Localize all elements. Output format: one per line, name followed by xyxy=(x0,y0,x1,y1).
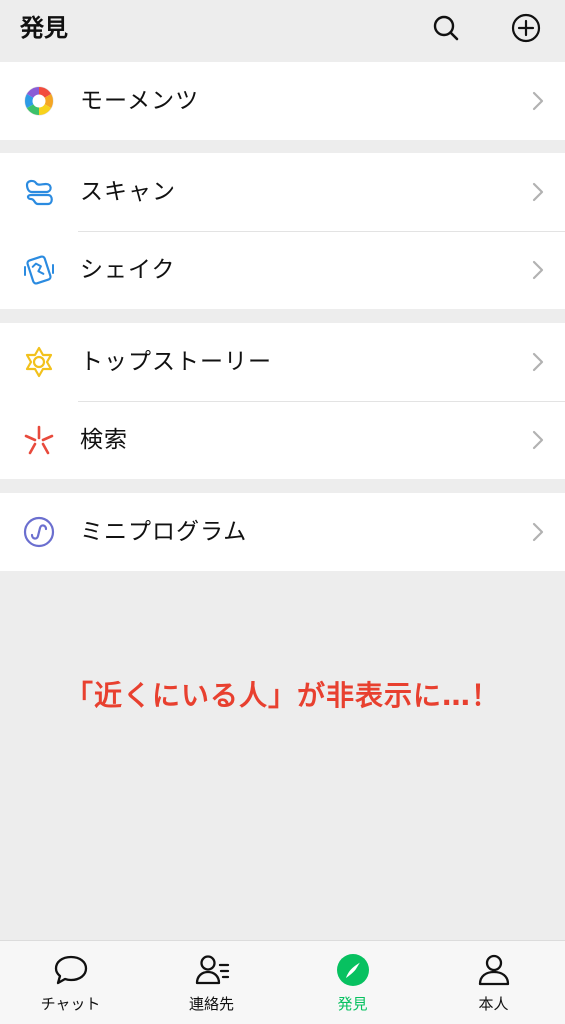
menu-item-shake[interactable]: シェイク xyxy=(0,231,565,309)
group-mini-programs: ミニプログラム xyxy=(0,493,565,571)
tab-discover[interactable]: 発見 xyxy=(282,941,423,1024)
search-icon xyxy=(433,15,459,41)
header-bar: 発見 xyxy=(0,0,565,58)
chevron-right-icon xyxy=(532,430,544,450)
tab-label-me: 本人 xyxy=(478,995,509,1013)
discover-screen: 発見 モーメンツ スキャン シェイク トップストーリー 検索 ミニプログラム 「… xyxy=(0,0,565,1024)
search-button[interactable] xyxy=(428,10,464,46)
chevron-right-icon xyxy=(532,182,544,202)
tab-label-discover: 発見 xyxy=(337,995,368,1013)
menu-item-scan[interactable]: スキャン xyxy=(0,153,565,231)
tab-contacts[interactable]: 連絡先 xyxy=(141,941,282,1024)
moments-aperture-icon xyxy=(22,84,56,118)
notice-text: 「近くにいる人」が非表示に…！ xyxy=(64,679,500,712)
menu-label-shake: シェイク xyxy=(80,257,176,283)
group-scan-shake: スキャン シェイク xyxy=(0,153,565,309)
menu-item-moments[interactable]: モーメンツ xyxy=(0,62,565,140)
menu-label-search: 検索 xyxy=(80,427,128,453)
group-stories-search: トップストーリー 検索 xyxy=(0,323,565,479)
menu-label-top-stories: トップストーリー xyxy=(80,349,272,375)
tab-label-chats: チャット xyxy=(40,995,101,1013)
chevron-right-icon xyxy=(532,260,544,280)
search-sparkle-icon xyxy=(22,423,56,457)
menu-item-top-stories[interactable]: トップストーリー xyxy=(0,323,565,401)
menu-label-scan: スキャン xyxy=(80,179,176,205)
top-stories-icon xyxy=(22,345,56,379)
shake-icon xyxy=(22,253,56,287)
tab-me[interactable]: 本人 xyxy=(423,941,564,1024)
plus-circle-icon xyxy=(511,13,541,43)
tab-bar: チャット 連絡先 発見 本人 xyxy=(0,940,565,1024)
menu-label-moments: モーメンツ xyxy=(80,88,200,114)
page-title: 発見 xyxy=(20,14,68,42)
chat-bubble-icon xyxy=(54,955,87,985)
chevron-right-icon xyxy=(532,522,544,542)
person-icon xyxy=(478,954,509,986)
chevron-right-icon xyxy=(532,91,544,111)
contacts-icon xyxy=(195,955,229,985)
tab-label-contacts: 連絡先 xyxy=(188,995,234,1013)
menu-label-mini-programs: ミニプログラム xyxy=(80,519,248,545)
tab-chats[interactable]: チャット xyxy=(0,941,141,1024)
menu-item-search[interactable]: 検索 xyxy=(0,401,565,479)
compass-icon xyxy=(336,954,369,986)
mini-programs-icon xyxy=(22,515,56,549)
chevron-right-icon xyxy=(532,352,544,372)
add-button[interactable] xyxy=(508,10,544,46)
scan-icon xyxy=(22,175,56,209)
group-moments: モーメンツ xyxy=(0,62,565,140)
menu-item-mini-programs[interactable]: ミニプログラム xyxy=(0,493,565,571)
